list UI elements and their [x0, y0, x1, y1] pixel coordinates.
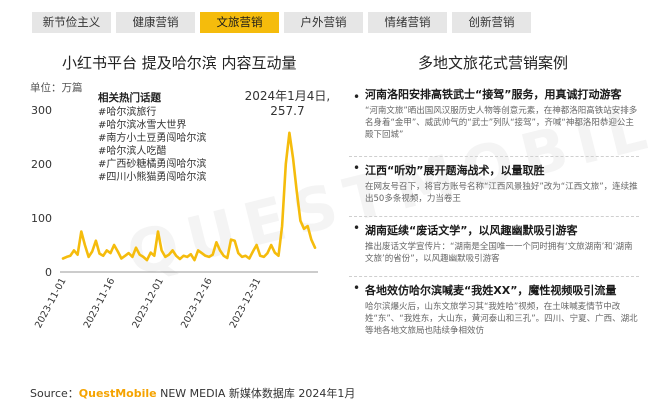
case-description: “河南文旅”晒出国风汉服历史人物等创意元素，在神都洛阳高铁站安排多名身着“金甲”… [365, 106, 638, 140]
case-description: 推出废话文学宣传片：“湖南是全国唯一一个同时拥有‘文旅湖南’和‘湖南文旅’的省份… [365, 242, 633, 264]
source-note: Source：QuestMobile NEW MEDIA 新媒体数据库 2024… [30, 385, 355, 401]
case-item-jiangxi: • 江西“听劝”展开题海战术，以量取胜 在网友号召下，将官方账号名称“江西风景独… [349, 156, 639, 216]
case-title: 湖南延续“废话文学”，以风趣幽默吸引游客 [365, 224, 578, 237]
tab-emotional-marketing[interactable]: 情绪营销 [368, 12, 447, 33]
chart-title: 小红书平台 提及哈尔滨 内容互动量 [62, 54, 297, 72]
x-tick-label: 2023-12-01 [130, 276, 166, 330]
source-suffix: NEW MEDIA 新媒体数据库 2024年1月 [156, 387, 356, 400]
category-tabs: 新节俭主义 健康营销 文旅营销 户外营销 情绪营销 创新营销 [32, 12, 531, 33]
tab-health-marketing[interactable]: 健康营销 [116, 12, 195, 33]
x-tick-label: 2023-12-31 [228, 276, 264, 330]
tab-frugalism[interactable]: 新节俭主义 [32, 12, 111, 33]
y-tick-label: 200 [31, 158, 52, 171]
legend-item: #广西砂糖橘勇闯哈尔滨 [98, 157, 206, 170]
cases-title: 多地文旅花式营销案例 [418, 54, 569, 72]
tab-cultural-tourism-marketing[interactable]: 文旅营销 [200, 12, 279, 33]
y-tick-label: 0 [45, 266, 52, 279]
case-description: 哈尔滨爆火后，山东文旅学习其“我姓哈”视频，在土味喊麦情节中改姓“东”、“我姓东… [365, 302, 638, 336]
tab-outdoor-marketing[interactable]: 户外营销 [284, 12, 363, 33]
bullet-icon: • [353, 221, 361, 235]
case-description: 在网友号召下，将官方账号名称“江西风景独好”改为“江西文旅”，连续推出50多条视… [365, 182, 638, 204]
bullet-icon: • [353, 90, 361, 104]
case-title: 各地效仿哈尔滨喊麦“我姓XX”，魔性视频吸引流量 [365, 284, 617, 297]
peak-annotation-value: 257.7 [270, 104, 304, 118]
x-tick-label: 2023-12-16 [179, 276, 215, 330]
legend-title: 相关热门话题 [98, 91, 161, 104]
x-tick-label: 2023-11-16 [82, 276, 118, 330]
case-title: 江西“听劝”展开题海战术，以量取胜 [365, 164, 545, 177]
peak-annotation-date: 2024年1月4日, [245, 89, 331, 103]
bullet-icon: • [353, 161, 361, 175]
case-item-henan: • 河南洛阳安排高铁武士“接驾”服务，用真诚打动游客 “河南文旅”晒出国风汉服历… [349, 86, 639, 156]
x-tick-label: 2023-11-01 [33, 276, 69, 330]
case-item-shandong: • 各地效仿哈尔滨喊麦“我姓XX”，魔性视频吸引流量 哈尔滨爆火后，山东文旅学习… [349, 276, 639, 348]
source-brand: QuestMobile [78, 387, 157, 400]
y-tick-label: 300 [31, 104, 52, 117]
legend-item: #哈尔滨旅行 [98, 105, 156, 118]
marketing-case-list: • 河南洛阳安排高铁武士“接驾”服务，用真诚打动游客 “河南文旅”晒出国风汉服历… [349, 86, 639, 348]
legend-item: #四川小熊猫勇闯哈尔滨 [98, 170, 206, 183]
interaction-line-chart: 0 100 200 300 2023-11-01 2023-11-16 2023-12-01… [31, 89, 331, 330]
y-tick-label: 100 [31, 212, 52, 225]
legend-item: #南方小土豆勇闯哈尔滨 [98, 131, 206, 144]
bullet-icon: • [353, 281, 361, 295]
tab-innovation-marketing[interactable]: 创新营销 [452, 12, 531, 33]
case-title: 河南洛阳安排高铁武士“接驾”服务，用真诚打动游客 [365, 88, 622, 101]
source-prefix: Source： [30, 387, 79, 400]
legend-item: #哈尔滨人吃醋 [98, 144, 166, 157]
case-item-hunan: • 湖南延续“废话文学”，以风趣幽默吸引游客 推出废话文学宣传片：“湖南是全国唯… [349, 216, 639, 276]
legend-item: #哈尔滨冰雪大世界 [98, 118, 186, 131]
